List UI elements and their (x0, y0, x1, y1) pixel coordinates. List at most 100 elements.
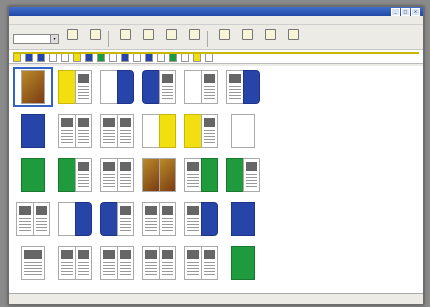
spread-thumbnail[interactable] (142, 158, 176, 192)
spread[interactable] (141, 70, 177, 109)
page-thumbnail-blank[interactable] (100, 70, 117, 104)
page-thumbnail-blue[interactable] (142, 70, 159, 104)
page-thumbnail-doc[interactable] (117, 158, 134, 192)
spread-thumbnail[interactable] (142, 70, 176, 104)
page-thumbnail-doc[interactable] (201, 114, 218, 148)
page-thumbnail-doc[interactable] (100, 246, 117, 280)
toolbar-button-8[interactable] (260, 29, 280, 47)
page-thumbnail-green[interactable] (226, 158, 243, 192)
spread[interactable] (183, 70, 219, 109)
page-thumbnail-blue[interactable] (243, 70, 260, 104)
spread[interactable] (225, 158, 261, 197)
spread-thumbnail[interactable] (142, 114, 176, 148)
spread[interactable] (183, 158, 219, 197)
page-thumbnail-photo[interactable] (21, 70, 45, 104)
spread[interactable] (15, 246, 51, 285)
spread[interactable] (183, 246, 219, 285)
spread-thumbnail[interactable] (226, 202, 260, 236)
page-thumbnail-doc[interactable] (75, 70, 92, 104)
page-thumbnail-doc[interactable] (159, 70, 176, 104)
page-thumbnail-doc[interactable] (201, 246, 218, 280)
spread[interactable] (183, 114, 219, 153)
spread[interactable] (225, 70, 261, 109)
page-thumbnail-yellow[interactable] (184, 114, 201, 148)
spread-thumbnail[interactable] (226, 114, 260, 148)
page-thumbnail-doc[interactable] (226, 70, 243, 104)
page-thumbnail-blue[interactable] (75, 202, 92, 236)
spread-thumbnail[interactable] (184, 70, 218, 104)
page-thumbnail-blue[interactable] (231, 202, 255, 236)
spread[interactable] (57, 246, 93, 285)
page-thumbnail-doc[interactable] (100, 158, 117, 192)
page-thumbnail-doc[interactable] (58, 114, 75, 148)
toolbar-button-7[interactable] (237, 29, 257, 47)
page-thumbnail-doc[interactable] (21, 246, 45, 280)
spread-thumbnail[interactable] (100, 114, 134, 148)
spread-thumbnail[interactable] (16, 114, 50, 148)
spread-thumbnail[interactable] (13, 67, 53, 107)
page-thumbnail-doc[interactable] (33, 202, 50, 236)
close-button[interactable]: × (411, 7, 420, 16)
page-thumbnail-doc[interactable] (201, 70, 218, 104)
spread[interactable] (99, 246, 135, 285)
spread[interactable] (15, 158, 51, 197)
spread-thumbnail[interactable] (58, 246, 92, 280)
page-thumbnail-doc[interactable] (58, 246, 75, 280)
spread[interactable] (99, 114, 135, 153)
spread[interactable] (57, 158, 93, 197)
spread[interactable] (225, 246, 261, 285)
page-thumbnail-green[interactable] (201, 158, 218, 192)
spread-thumbnail[interactable] (184, 114, 218, 148)
spread[interactable] (141, 202, 177, 241)
spread[interactable] (57, 70, 93, 109)
page-thumbnail-blank[interactable] (142, 114, 159, 148)
page-thumbnail-yellow[interactable] (159, 114, 176, 148)
spread-thumbnail[interactable] (58, 202, 92, 236)
spread-thumbnail[interactable] (142, 202, 176, 236)
page-thumbnail-doc[interactable] (75, 114, 92, 148)
spread-thumbnail[interactable] (100, 158, 134, 192)
page-thumbnail-doc[interactable] (142, 246, 159, 280)
spread[interactable] (141, 158, 177, 197)
page-thumbnail-green[interactable] (21, 158, 45, 192)
spread[interactable] (13, 67, 53, 109)
spread[interactable] (225, 202, 261, 241)
page-thumbnail-doc[interactable] (75, 158, 92, 192)
page-thumbnail-green[interactable] (58, 158, 75, 192)
page-thumbnail-doc[interactable] (159, 202, 176, 236)
page-thumbnail-blue[interactable] (201, 202, 218, 236)
spread[interactable] (141, 246, 177, 285)
page-thumbnail-blank[interactable] (184, 70, 201, 104)
spread-thumbnail[interactable] (226, 158, 260, 192)
page-thumbnail-blank[interactable] (231, 114, 255, 148)
page-thumbnail-green[interactable] (231, 246, 255, 280)
page-strip[interactable] (9, 50, 423, 64)
spread-thumbnail[interactable] (16, 202, 50, 236)
page-thumbnail-photo[interactable] (142, 158, 159, 192)
spread[interactable] (57, 202, 93, 241)
page-thumbnail-blue[interactable] (100, 202, 117, 236)
page-thumbnail-doc[interactable] (117, 202, 134, 236)
spread-thumbnail[interactable] (100, 202, 134, 236)
toolbar-button-2[interactable] (115, 29, 135, 47)
spread[interactable] (15, 114, 51, 153)
page-thumbnail-doc[interactable] (184, 246, 201, 280)
maximize-button[interactable]: □ (401, 7, 410, 16)
toolbar-button-0[interactable] (62, 29, 82, 47)
toolbar-button-9[interactable] (283, 29, 303, 47)
page-thumbnail-doc[interactable] (117, 246, 134, 280)
spread[interactable] (225, 114, 261, 153)
toolbar-button-3[interactable] (138, 29, 158, 47)
spread-thumbnail[interactable] (100, 246, 134, 280)
spread-thumbnail[interactable] (184, 246, 218, 280)
spread-thumbnail[interactable] (226, 246, 260, 280)
page-grid[interactable] (9, 66, 423, 294)
spread-thumbnail[interactable] (16, 246, 50, 280)
page-thumbnail-doc[interactable] (16, 202, 33, 236)
page-thumbnail-blue[interactable] (117, 70, 134, 104)
spread-thumbnail[interactable] (58, 158, 92, 192)
toolbar-button-1[interactable] (85, 29, 105, 47)
page-thumbnail-yellow[interactable] (58, 70, 75, 104)
page-thumbnail-photo[interactable] (159, 158, 176, 192)
page-thumbnail-doc[interactable] (159, 246, 176, 280)
